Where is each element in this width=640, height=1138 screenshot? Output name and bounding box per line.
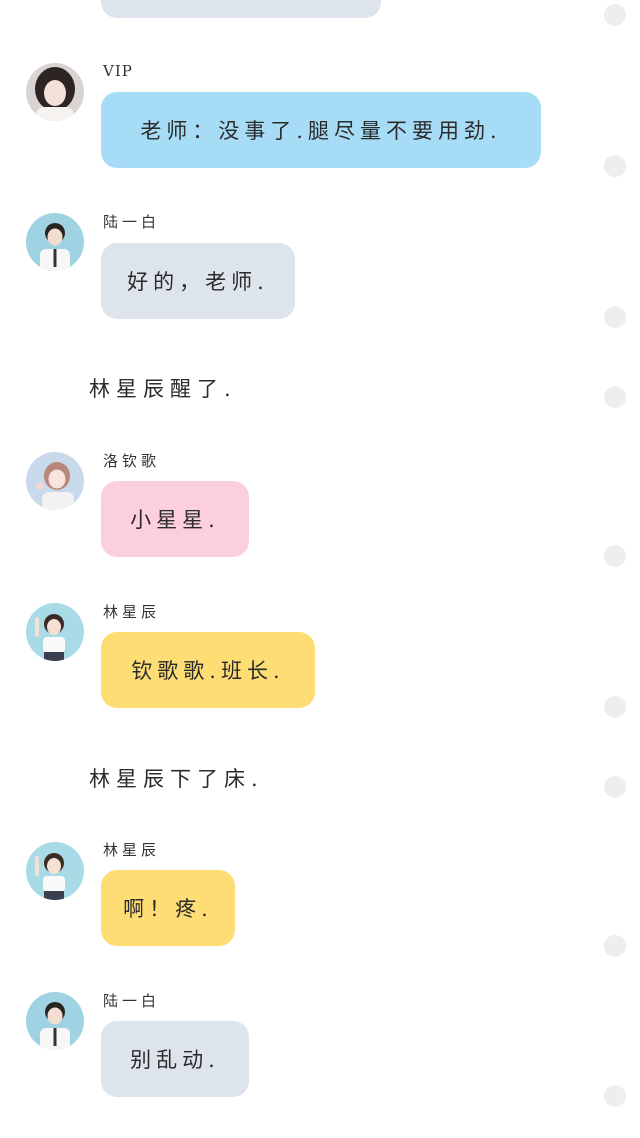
- sender-name: 陆一白: [103, 992, 161, 1010]
- avatar[interactable]: [26, 992, 84, 1050]
- avatar-boy-uniform-icon: [26, 992, 84, 1050]
- side-dot: [604, 935, 626, 957]
- side-dot: [604, 386, 626, 408]
- avatar[interactable]: [26, 63, 84, 121]
- sender-name: 林星辰: [103, 841, 161, 859]
- message-bubble[interactable]: 老师：没事了.腿尽量不要用劲.: [101, 92, 541, 168]
- sender-name: 林星辰: [103, 603, 161, 621]
- side-dot: [604, 545, 626, 567]
- avatar-girl-uniform-icon: [26, 603, 84, 661]
- avatar[interactable]: [26, 842, 84, 900]
- avatar[interactable]: [26, 213, 84, 271]
- message-bubble[interactable]: 啊！疼.: [101, 870, 235, 946]
- side-dot: [604, 696, 626, 718]
- side-dot: [604, 776, 626, 798]
- avatar-girl-pink-hair-icon: [26, 452, 84, 510]
- avatar-boy-uniform-icon: [26, 213, 84, 271]
- side-dot: [604, 1085, 626, 1107]
- avatar-girl-dark-hair-icon: [26, 63, 84, 121]
- narration-text: 林星辰下了床.: [89, 767, 264, 791]
- message-bubble[interactable]: 别乱动.: [101, 1021, 249, 1097]
- sender-name: 陆一白: [103, 213, 161, 231]
- avatar[interactable]: [26, 452, 84, 510]
- sender-name: VIP: [103, 62, 133, 80]
- message-bubble[interactable]: 好的，老师.: [101, 243, 295, 319]
- side-dot: [604, 4, 626, 26]
- message-bubble-partial: [101, 0, 381, 18]
- sender-name: 洛钦歌: [103, 452, 161, 470]
- message-bubble[interactable]: 小星星.: [101, 481, 249, 557]
- side-dot: [604, 155, 626, 177]
- narration-text: 林星辰醒了.: [89, 377, 237, 401]
- avatar[interactable]: [26, 603, 84, 661]
- message-bubble[interactable]: 钦歌歌.班长.: [101, 632, 315, 708]
- side-dot: [604, 306, 626, 328]
- avatar-girl-uniform-icon: [26, 842, 84, 900]
